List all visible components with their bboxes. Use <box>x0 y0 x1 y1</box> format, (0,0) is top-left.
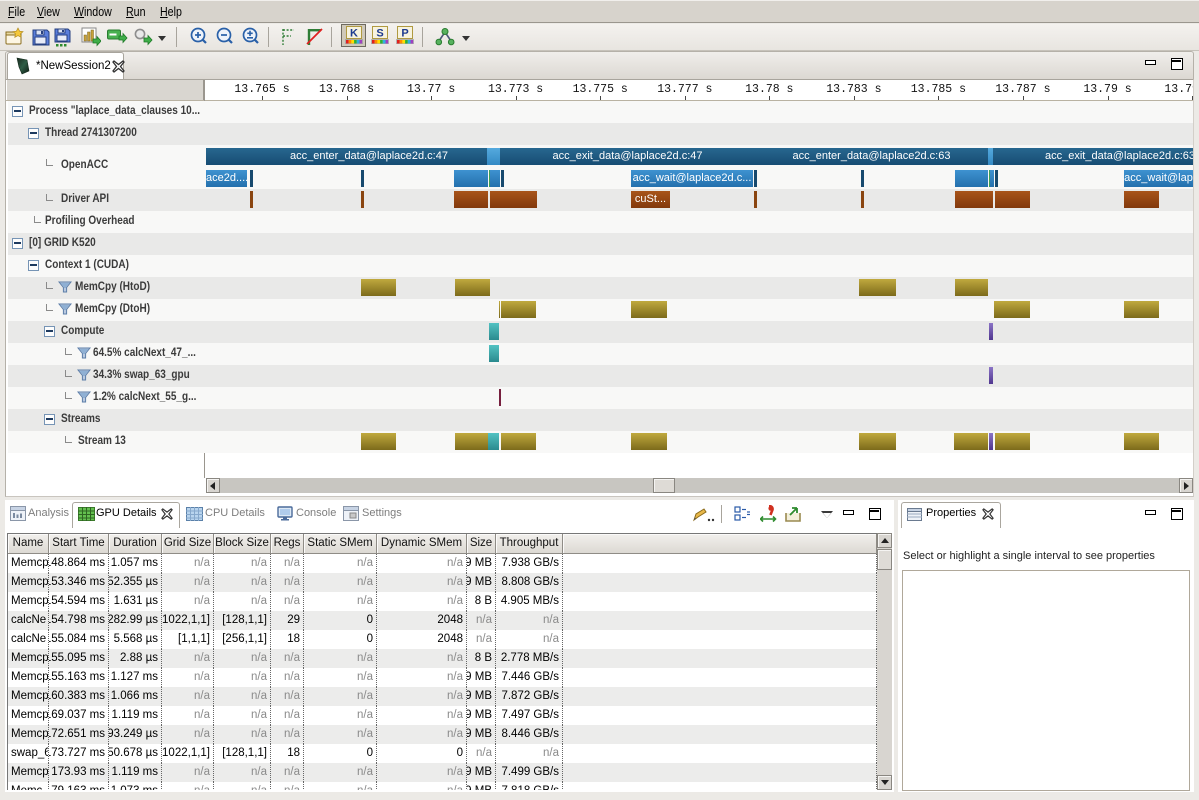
svg-text:K: K <box>350 28 358 40</box>
svg-text:S: S <box>376 28 383 40</box>
svg-text:P: P <box>401 28 408 40</box>
